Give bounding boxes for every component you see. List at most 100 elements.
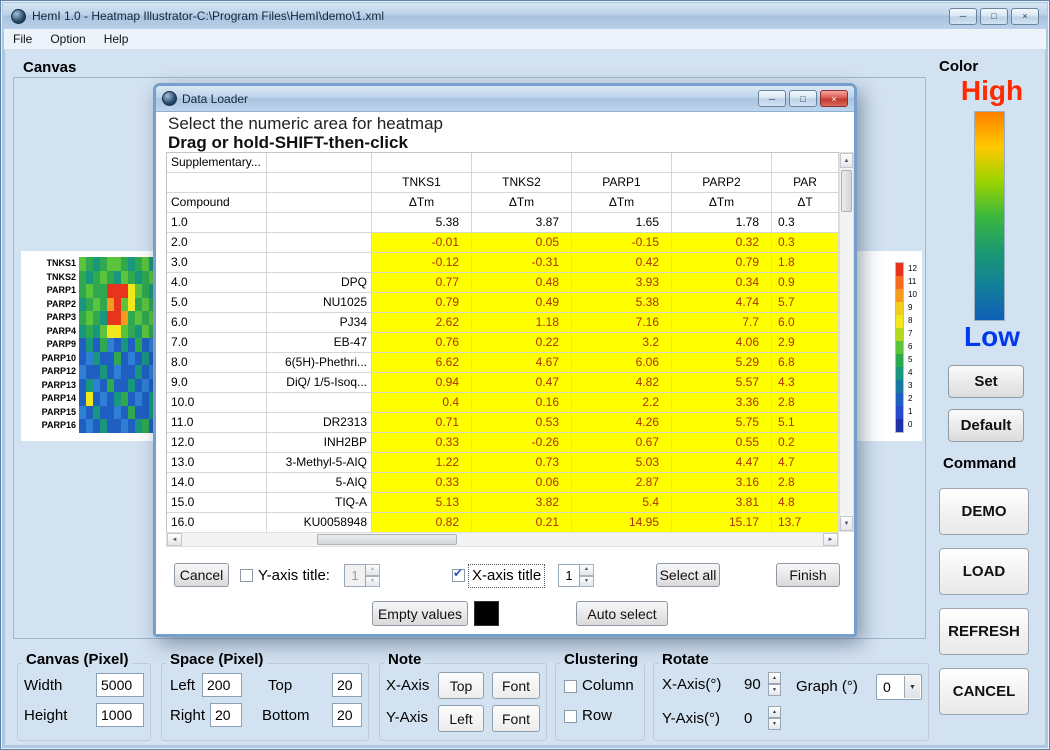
selected-value-cell[interactable]: 0.71 [372,413,472,433]
selected-value-cell[interactable]: 0.3 [772,233,839,253]
selected-value-cell[interactable]: 0.33 [372,433,472,453]
row-index-cell[interactable]: 16.0 [167,513,267,533]
compound-name-cell[interactable] [267,213,372,233]
selected-value-cell[interactable]: 2.9 [772,333,839,353]
selected-value-cell[interactable]: 5.4 [572,493,672,513]
selected-value-cell[interactable]: 2.2 [572,393,672,413]
select-all-button[interactable]: Select all [656,563,720,587]
selected-value-cell[interactable]: 4.67 [472,353,572,373]
scroll-down-button[interactable]: ▼ [840,516,853,531]
column-header[interactable]: TNKS1 [372,173,472,193]
row-index-cell[interactable]: 6.0 [167,313,267,333]
rotate-y-value[interactable]: 0 [744,710,752,727]
space-top-input[interactable]: 20 [332,673,362,697]
spinner-up-icon[interactable]: ▲ [768,706,781,718]
load-command-button[interactable]: LOAD [939,548,1029,595]
selected-value-cell[interactable]: -0.01 [372,233,472,253]
rotate-x-spinner[interactable]: ▲ ▼ [768,672,781,696]
dialog-close-button[interactable]: × [820,90,848,107]
row-index-cell[interactable]: 11.0 [167,413,267,433]
selected-value-cell[interactable]: 0.21 [472,513,572,533]
selected-value-cell[interactable]: 0.22 [472,333,572,353]
table-cell[interactable] [572,153,672,173]
selected-value-cell[interactable]: 0.76 [372,333,472,353]
refresh-command-button[interactable]: REFRESH [939,608,1029,655]
selected-value-cell[interactable]: 4.3 [772,373,839,393]
set-button[interactable]: Set [948,365,1024,398]
compound-name-cell[interactable]: TIQ-A [267,493,372,513]
selected-value-cell[interactable]: 0.2 [772,433,839,453]
rotate-y-spinner[interactable]: ▲ ▼ [768,706,781,730]
selected-value-cell[interactable]: 4.82 [572,373,672,393]
table-cell[interactable] [672,153,772,173]
value-cell[interactable]: 1.78 [672,213,772,233]
selected-value-cell[interactable]: 4.26 [572,413,672,433]
selected-value-cell[interactable]: 0.48 [472,273,572,293]
selected-value-cell[interactable]: 0.4 [372,393,472,413]
color-gradient[interactable] [974,111,1005,321]
compound-name-cell[interactable]: DPQ [267,273,372,293]
selected-value-cell[interactable]: 4.47 [672,453,772,473]
spinner-down-icon[interactable]: ▼ [580,576,594,588]
row-index-cell[interactable]: 9.0 [167,373,267,393]
finish-button[interactable]: Finish [776,563,840,587]
space-left-input[interactable]: 200 [202,673,242,697]
unit-cell[interactable]: ΔTm [672,193,772,213]
spinner-up-icon[interactable]: ▲ [366,564,380,576]
y-axis-title-spinner[interactable]: 1 ▲ ▼ [344,564,380,587]
spinner-up-icon[interactable]: ▲ [580,564,594,576]
selected-value-cell[interactable]: 5.57 [672,373,772,393]
dropdown-arrow-icon[interactable]: ▼ [904,676,920,698]
selected-value-cell[interactable]: 0.53 [472,413,572,433]
vertical-scroll-thumb[interactable] [841,170,852,212]
compound-name-cell[interactable]: EB-47 [267,333,372,353]
dialog-maximize-button[interactable]: □ [789,90,817,107]
compound-name-cell[interactable]: INH2BP [267,433,372,453]
table-cell[interactable] [267,153,372,173]
selected-value-cell[interactable]: 6.8 [772,353,839,373]
selected-value-cell[interactable]: 0.32 [672,233,772,253]
table-cell[interactable] [267,193,372,213]
selected-value-cell[interactable]: 2.87 [572,473,672,493]
row-index-cell[interactable]: 10.0 [167,393,267,413]
row-index-cell[interactable]: 12.0 [167,433,267,453]
selected-value-cell[interactable]: 3.81 [672,493,772,513]
compound-name-cell[interactable] [267,253,372,273]
space-bottom-input[interactable]: 20 [332,703,362,727]
selected-value-cell[interactable]: 5.13 [372,493,472,513]
table-cell[interactable] [372,153,472,173]
selected-value-cell[interactable]: 2.62 [372,313,472,333]
row-index-cell[interactable]: 5.0 [167,293,267,313]
selected-value-cell[interactable]: 0.16 [472,393,572,413]
selected-value-cell[interactable]: 1.8 [772,253,839,273]
selected-value-cell[interactable]: 15.17 [672,513,772,533]
row-index-cell[interactable]: 2.0 [167,233,267,253]
cancel-command-button[interactable]: CANCEL [939,668,1029,715]
selected-value-cell[interactable]: 5.38 [572,293,672,313]
row-index-cell[interactable]: 7.0 [167,333,267,353]
selected-value-cell[interactable]: -0.26 [472,433,572,453]
compound-name-cell[interactable]: PJ34 [267,313,372,333]
selected-value-cell[interactable]: 5.7 [772,293,839,313]
compound-name-cell[interactable]: 6(5H)-Phethri... [267,353,372,373]
selected-value-cell[interactable]: 3.93 [572,273,672,293]
unit-cell[interactable]: ΔTm [572,193,672,213]
scroll-left-button[interactable]: ◄ [167,533,182,546]
spinner-down-icon[interactable]: ▼ [366,576,380,588]
compound-name-cell[interactable] [267,233,372,253]
selected-value-cell[interactable]: 0.79 [372,293,472,313]
selected-value-cell[interactable]: 4.74 [672,293,772,313]
row-index-cell[interactable]: 1.0 [167,213,267,233]
unit-cell[interactable]: ΔT [772,193,839,213]
selected-value-cell[interactable]: 0.67 [572,433,672,453]
selected-value-cell[interactable]: 0.34 [672,273,772,293]
selected-value-cell[interactable]: 6.0 [772,313,839,333]
selected-value-cell[interactable]: 3.2 [572,333,672,353]
selected-value-cell[interactable]: 0.06 [472,473,572,493]
column-header[interactable]: PAR [772,173,839,193]
selected-value-cell[interactable]: 1.22 [372,453,472,473]
row-index-cell[interactable]: 4.0 [167,273,267,293]
selected-value-cell[interactable]: 14.95 [572,513,672,533]
selected-value-cell[interactable]: 0.79 [672,253,772,273]
selected-value-cell[interactable]: -0.15 [572,233,672,253]
